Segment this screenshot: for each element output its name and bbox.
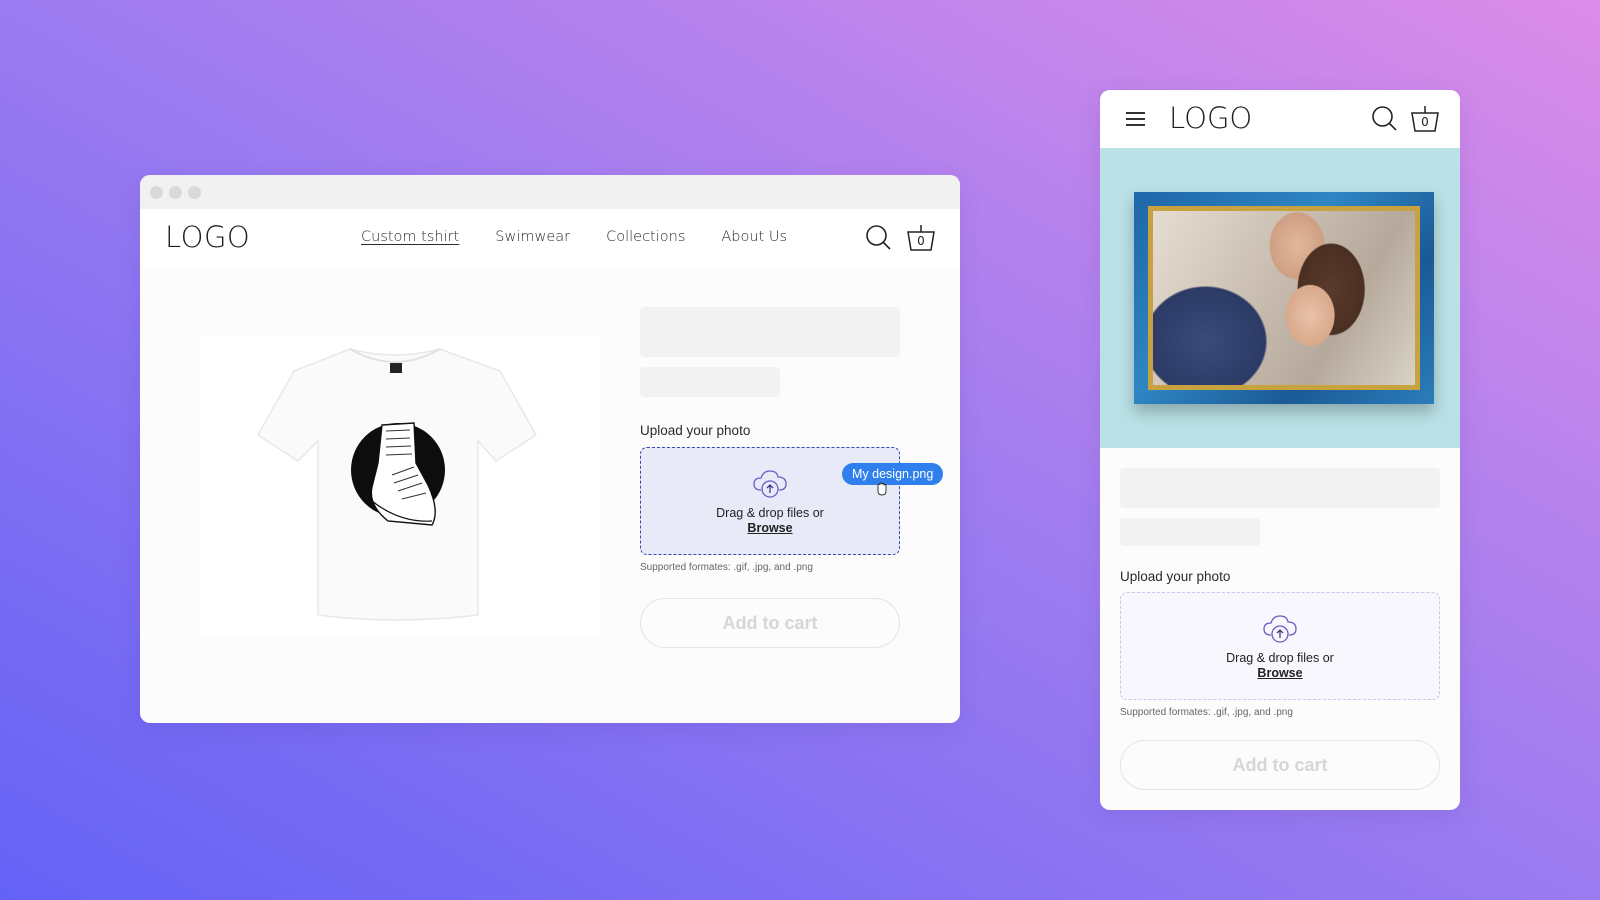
search-icon [1372,106,1397,131]
search-icon [866,225,891,250]
logo[interactable]: LOGO [165,220,250,254]
cart-button[interactable]: 0 [1410,103,1440,135]
header-actions: 0 [1370,103,1440,135]
dragged-file-chip[interactable]: My design.png [842,463,944,485]
window-close-dot[interactable] [150,185,163,199]
upload-label: Upload your photo [1120,569,1231,584]
desktop-navbar: LOGO Custom tshirt Swimwear Collections … [140,209,960,267]
cart-count: 0 [1421,115,1429,129]
browse-link[interactable]: Browse [1257,666,1302,680]
picture-frame [1134,192,1434,404]
supported-formats-note: Supported formates: .gif, .jpg, and .png [1120,707,1293,718]
drop-instructions: Drag & drop files or [716,505,824,520]
cart-count: 0 [917,234,925,248]
product-price-placeholder [1120,518,1260,546]
window-minimize-dot[interactable] [169,185,182,199]
cart-button[interactable]: 0 [906,222,936,254]
logo[interactable]: LOGO [1169,101,1252,135]
upload-label: Upload your photo [640,423,751,438]
hero-image [1100,148,1460,448]
header-actions: 0 [864,222,936,254]
window-titlebar [140,175,960,209]
framed-photo [1148,206,1420,390]
drop-instructions: Drag & drop files or [1226,650,1334,665]
search-button[interactable] [864,222,894,254]
nav-about-us[interactable]: About Us [721,229,787,245]
supported-formats-note: Supported formates: .gif, .jpg, and .png [640,562,813,573]
window-maximize-dot[interactable] [188,185,201,199]
tshirt-image [257,348,537,621]
product-image [200,335,600,635]
browse-link[interactable]: Browse [747,521,792,535]
grab-cursor-icon [877,482,887,496]
cloud-upload-icon [753,469,787,498]
nav-custom-tshirt[interactable]: Custom tshirt [361,229,459,245]
cloud-upload-icon [1263,614,1297,643]
nav-collections[interactable]: Collections [606,229,685,245]
add-to-cart-button[interactable]: Add to cart [1120,740,1440,790]
mobile-window: LOGO 0 Upload your photo Drag & drop fil… [1100,90,1460,810]
product-title-placeholder [640,307,900,357]
desktop-window: LOGO Custom tshirt Swimwear Collections … [140,175,960,723]
product-price-placeholder [640,367,780,397]
nav-swimwear[interactable]: Swimwear [495,229,570,245]
hamburger-icon[interactable] [1126,112,1145,130]
couple-photo [1153,211,1415,385]
upload-dropzone[interactable]: Drag & drop files or Browse [1120,592,1440,700]
main-menu: Custom tshirt Swimwear Collections About… [361,229,787,245]
add-to-cart-button[interactable]: Add to cart [640,598,900,648]
product-title-placeholder [1120,468,1440,508]
search-button[interactable] [1370,103,1400,135]
mobile-navbar: LOGO 0 [1100,90,1460,148]
